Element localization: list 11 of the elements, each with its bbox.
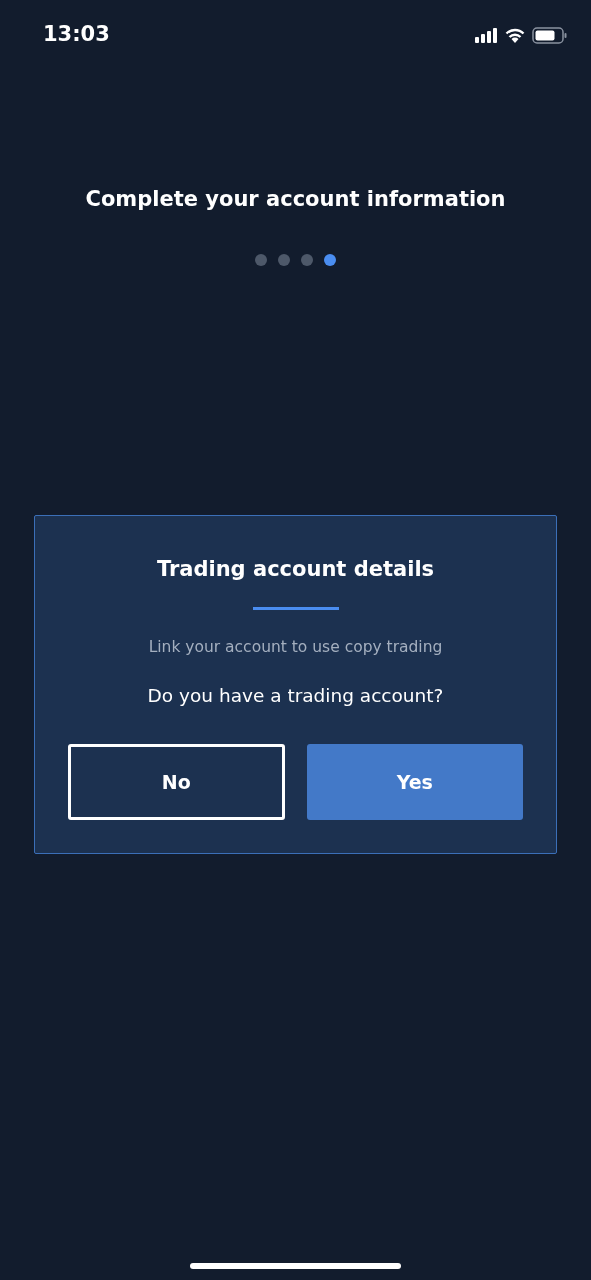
wifi-icon bbox=[505, 27, 525, 43]
battery-icon bbox=[532, 26, 567, 44]
question-text: Do you have a trading account? bbox=[146, 684, 445, 709]
signal-icon bbox=[475, 27, 498, 43]
card-title: Trading account details bbox=[156, 555, 435, 583]
page-title: Complete your account information bbox=[84, 186, 507, 213]
status-time: 13:03 bbox=[43, 21, 110, 49]
yes-button[interactable]: Yes bbox=[306, 744, 523, 820]
home-indicator[interactable] bbox=[190, 1263, 401, 1269]
card-subtitle: Link your account to use copy trading bbox=[148, 637, 443, 658]
no-button[interactable]: No bbox=[68, 744, 285, 820]
